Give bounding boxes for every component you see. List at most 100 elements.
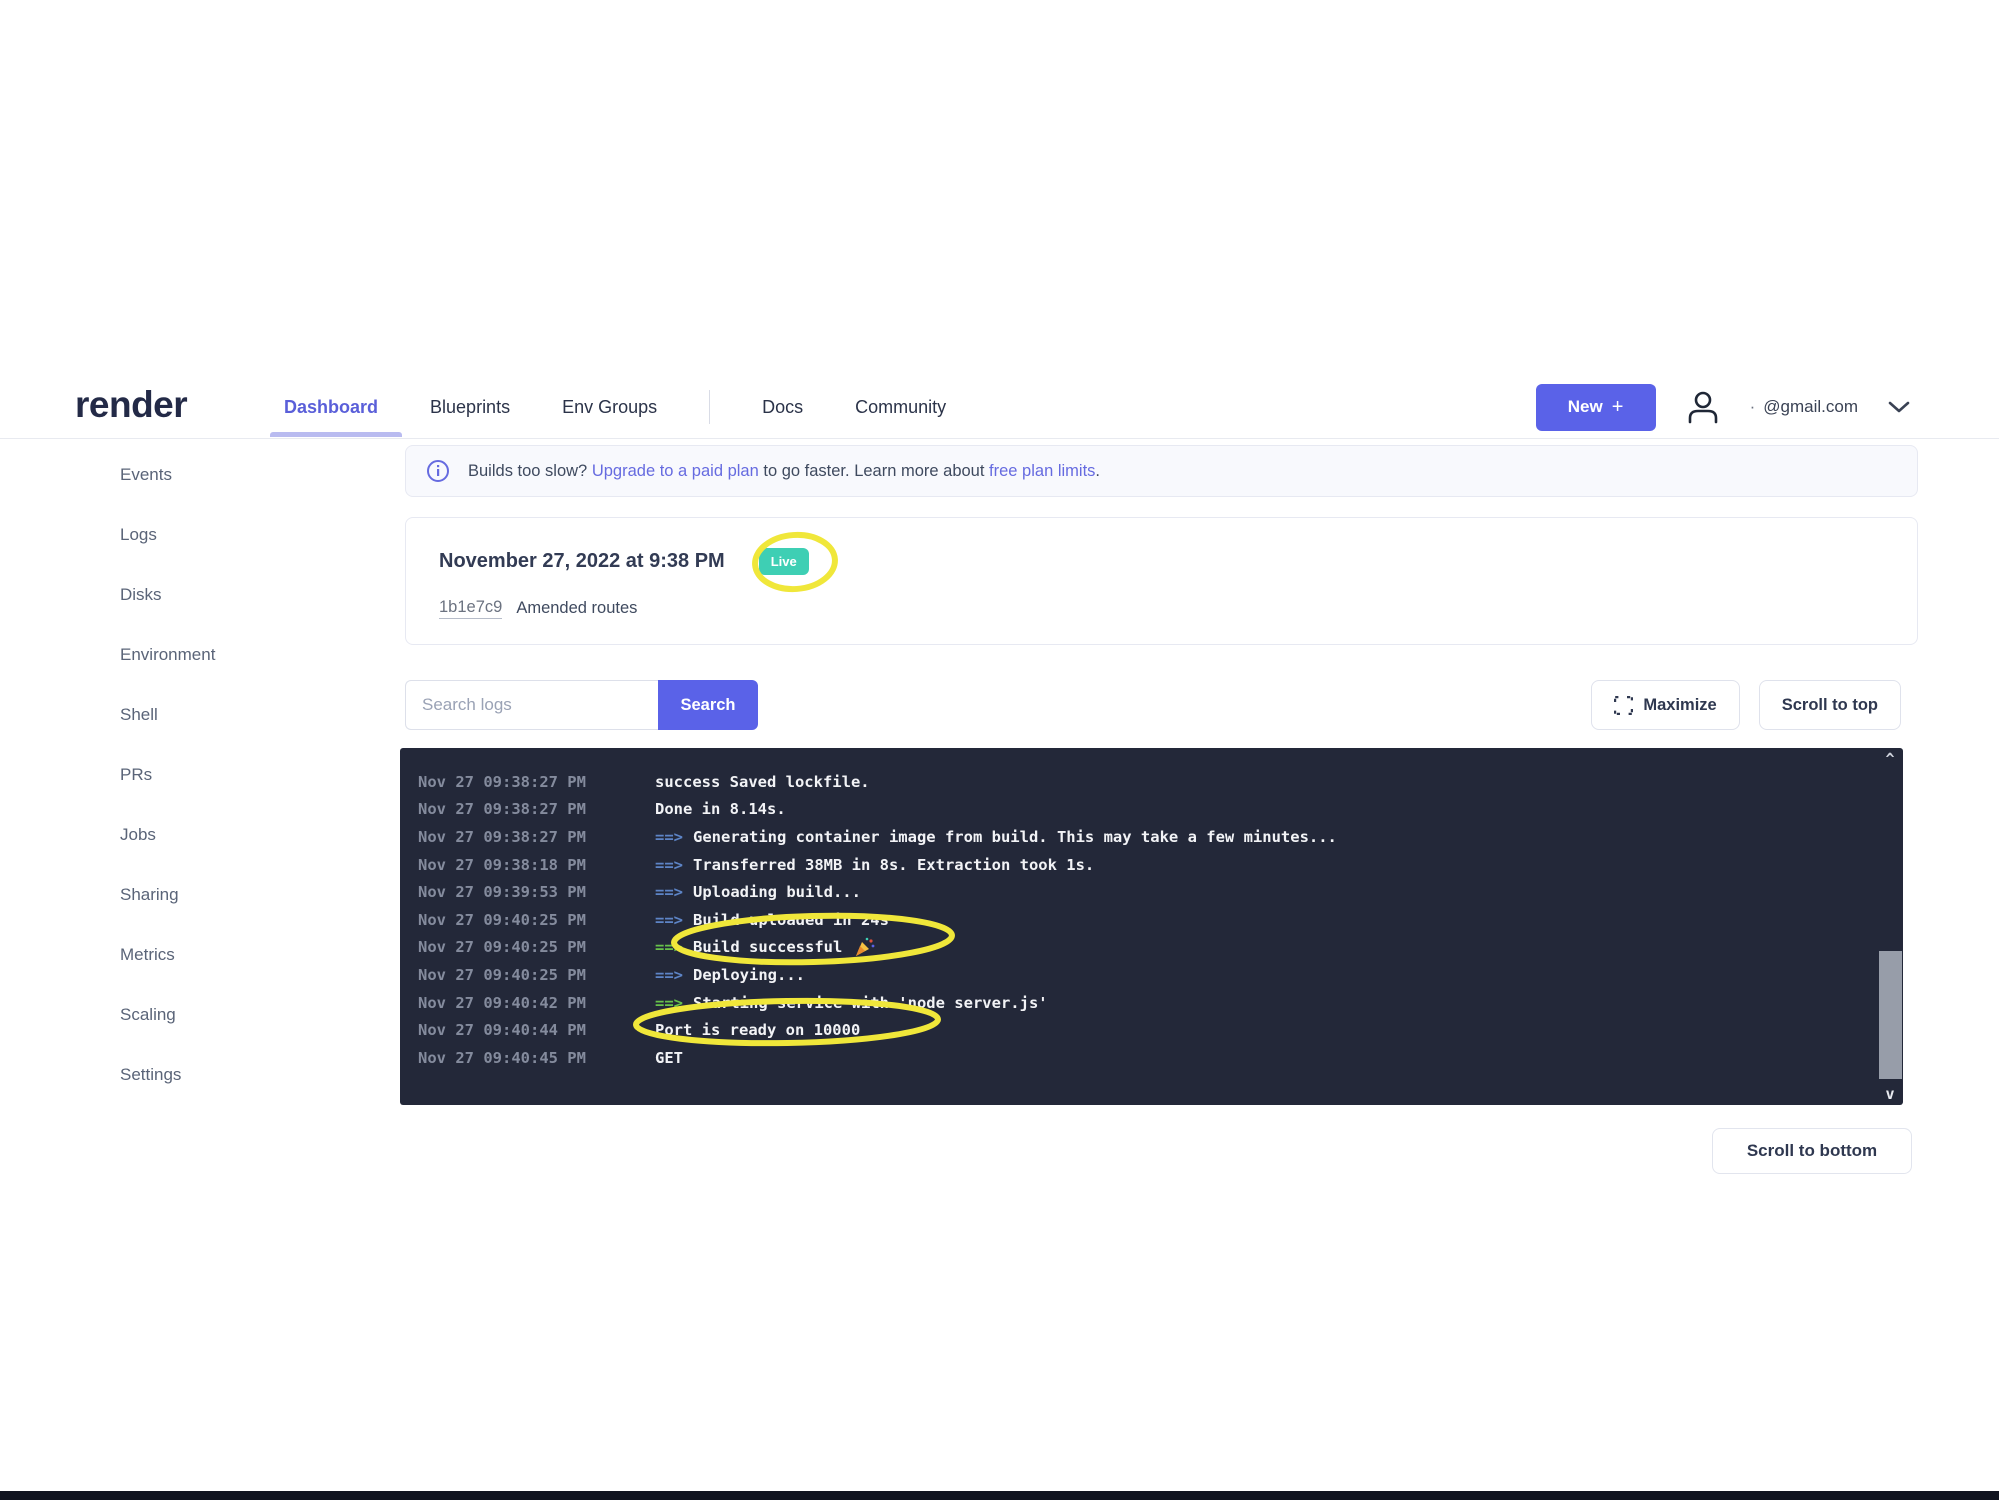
scroll-to-top-button[interactable]: Scroll to top (1759, 680, 1901, 730)
log-timestamp: Nov 27 09:40:25 PM (418, 966, 655, 984)
log-search: Search (405, 680, 758, 730)
log-timestamp: Nov 27 09:38:18 PM (418, 856, 655, 874)
log-message: Uploading build... (693, 883, 861, 901)
log-message: GET (655, 1049, 683, 1067)
logs-toolbar-right: Maximize Scroll to top (1591, 680, 1901, 730)
upgrade-banner: Builds too slow? Upgrade to a paid plan … (405, 445, 1918, 497)
nav-item-docs[interactable]: Docs (762, 397, 803, 418)
scrollbar-thumb[interactable] (1879, 951, 1902, 1079)
live-status-badge: Live (759, 548, 809, 575)
log-timestamp: Nov 27 09:40:44 PM (418, 1021, 655, 1039)
log-timestamp: Nov 27 09:38:27 PM (418, 828, 655, 846)
terminal-scrollbar[interactable]: ^ v (1877, 748, 1903, 1105)
account-email-text: @gmail.com (1763, 397, 1858, 417)
log-arrow-green: ==> (655, 994, 683, 1012)
maximize-label: Maximize (1643, 696, 1716, 715)
commit-hash-link[interactable]: 1b1e7c9 (439, 598, 502, 619)
log-terminal[interactable]: Nov 27 09:38:27 PMsuccess Saved lockfile… (400, 748, 1903, 1105)
log-message: Generating container image from build. T… (693, 828, 1337, 846)
nav-items: Dashboard Blueprints Env Groups Docs Communi… (284, 378, 946, 436)
new-button[interactable]: New + (1536, 384, 1656, 431)
scrollbar-up-arrow-icon[interactable]: ^ (1877, 750, 1903, 768)
log-message: Transferred 38MB in 8s. Extraction took … (693, 856, 1094, 874)
log-timestamp: Nov 27 09:39:53 PM (418, 883, 655, 901)
log-message: Deploying... (693, 966, 805, 984)
log-line: Nov 27 09:40:25 PM==> Build uploaded in 2… (418, 906, 1863, 934)
log-message: Build uploaded in 24s (693, 911, 889, 929)
account-email-prefix: · (1750, 397, 1756, 417)
log-line: Nov 27 09:38:27 PMDone in 8.14s. (418, 796, 1863, 824)
log-arrow-blue: ==> (655, 828, 683, 846)
log-line: Nov 27 09:38:27 PMsuccess Saved lockfile… (418, 768, 1863, 796)
sidebar-item-metrics[interactable]: Metrics (120, 925, 350, 985)
sidebar-item-environment[interactable]: Environment (120, 625, 350, 685)
log-line: Nov 27 09:38:18 PM==> Transferred 38MB in… (418, 851, 1863, 879)
log-line: Nov 27 09:39:53 PM==> Uploading build... (418, 878, 1863, 906)
user-icon[interactable] (1686, 389, 1720, 425)
log-line: Nov 27 09:40:25 PM==>Build successful (418, 934, 1863, 962)
log-arrow-blue: ==> (655, 911, 683, 929)
new-button-label: New (1568, 397, 1603, 417)
nav-item-community[interactable]: Community (855, 397, 946, 418)
info-icon (426, 459, 450, 483)
log-timestamp: Nov 27 09:38:27 PM (418, 773, 655, 791)
plus-icon: + (1612, 396, 1624, 419)
search-input[interactable] (405, 680, 658, 730)
deploy-header-row: November 27, 2022 at 9:38 PM Live (439, 548, 809, 575)
log-line: Nov 27 09:40:42 PM==> Starting service wi… (418, 989, 1863, 1017)
log-arrow-blue: ==> (655, 883, 683, 901)
free-plan-limits-link[interactable]: free plan limits (989, 462, 1095, 480)
deploy-card: November 27, 2022 at 9:38 PM Live 1b1e7c… (405, 517, 1918, 645)
banner-text-1: Builds too slow? (468, 462, 592, 480)
log-arrow-green: ==> (655, 938, 683, 956)
sidebar-item-shell[interactable]: Shell (120, 685, 350, 745)
sidebar-item-settings[interactable]: Settings (120, 1045, 350, 1105)
banner-text-2: to go faster. Learn more about (759, 462, 989, 480)
deploy-date: November 27, 2022 at 9:38 PM (439, 550, 725, 573)
party-popper-icon (854, 936, 876, 958)
log-timestamp: Nov 27 09:40:25 PM (418, 911, 655, 929)
scrollbar-down-arrow-icon[interactable]: v (1877, 1085, 1903, 1103)
sidebar-item-jobs[interactable]: Jobs (120, 805, 350, 865)
log-line: Nov 27 09:38:27 PM==> Generating containe… (418, 823, 1863, 851)
log-timestamp: Nov 27 09:40:45 PM (418, 1049, 655, 1067)
upgrade-plan-link[interactable]: Upgrade to a paid plan (592, 462, 759, 480)
nav-item-blueprints[interactable]: Blueprints (430, 397, 510, 418)
log-timestamp: Nov 27 09:40:25 PM (418, 938, 655, 956)
log-message: Port is ready on 10000 (655, 1021, 860, 1039)
banner-text: Builds too slow? Upgrade to a paid plan … (468, 462, 1100, 481)
sidebar-item-sharing[interactable]: Sharing (120, 865, 350, 925)
sidebar-item-logs[interactable]: Logs (120, 505, 350, 565)
log-message: Starting service with 'node server.js' (693, 994, 1048, 1012)
sidebar-item-prs[interactable]: PRs (120, 745, 350, 805)
bottom-window-edge (0, 1491, 1999, 1500)
navbar-right: New + · @gmail.com (1536, 378, 1910, 436)
banner-text-3: . (1095, 462, 1100, 480)
search-button[interactable]: Search (658, 680, 758, 730)
nav-divider (709, 390, 710, 424)
account-email[interactable]: · @gmail.com (1750, 397, 1858, 417)
log-arrow-blue: ==> (655, 966, 683, 984)
deploy-commit-row: 1b1e7c9 Amended routes (439, 598, 637, 619)
sidebar: EventsLogsDisksEnvironmentShellPRsJobsSh… (120, 445, 350, 1105)
log-timestamp: Nov 27 09:38:27 PM (418, 800, 655, 818)
logs-toolbar: Search Maximize Scroll to top (405, 680, 1918, 730)
sidebar-item-events[interactable]: Events (120, 445, 350, 505)
navbar: render Dashboard Blueprints Env Groups Docs… (0, 378, 1999, 439)
log-line: Nov 27 09:40:44 PMPort is ready on 10000 (418, 1016, 1863, 1044)
log-line: Nov 27 09:40:25 PM==> Deploying... (418, 961, 1863, 989)
maximize-button[interactable]: Maximize (1591, 680, 1739, 730)
maximize-icon (1614, 696, 1633, 715)
render-logo[interactable]: render (75, 384, 187, 426)
chevron-down-icon[interactable] (1888, 400, 1910, 414)
sidebar-item-scaling[interactable]: Scaling (120, 985, 350, 1045)
log-timestamp: Nov 27 09:40:42 PM (418, 994, 655, 1012)
active-tab-indicator (270, 432, 402, 437)
nav-item-env-groups[interactable]: Env Groups (562, 397, 657, 418)
log-arrow-blue: ==> (655, 856, 683, 874)
commit-message: Amended routes (516, 599, 637, 618)
scroll-to-bottom-button[interactable]: Scroll to bottom (1712, 1128, 1912, 1174)
log-message: success Saved lockfile. (655, 773, 870, 791)
sidebar-item-disks[interactable]: Disks (120, 565, 350, 625)
nav-item-dashboard[interactable]: Dashboard (284, 397, 378, 418)
